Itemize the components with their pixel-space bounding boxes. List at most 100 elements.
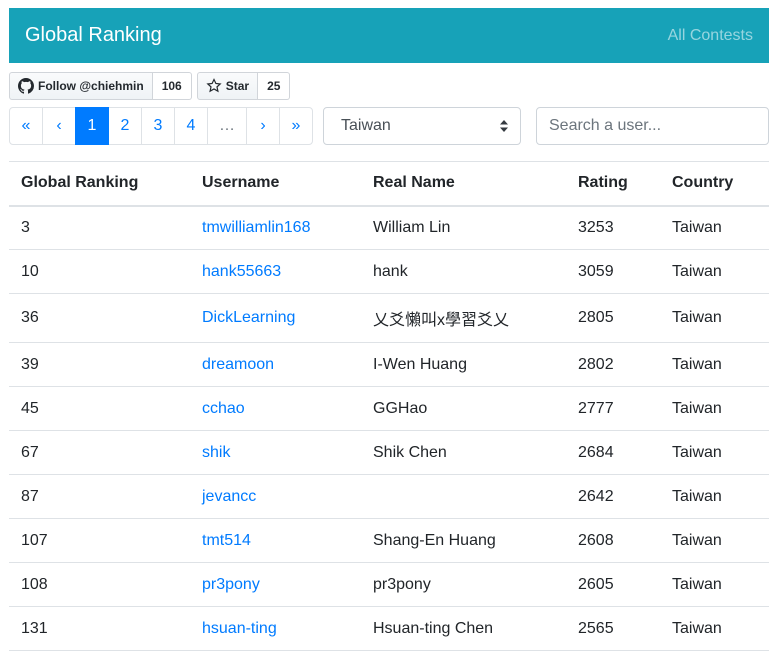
rating-cell: 3059 bbox=[566, 249, 660, 294]
header-real-name[interactable]: Real Name bbox=[361, 161, 566, 207]
username-cell: jevancc bbox=[190, 474, 361, 519]
github-star-main[interactable]: Star bbox=[196, 72, 259, 100]
github-buttons: Follow @chiehmin 106 Star 25 bbox=[9, 72, 291, 100]
github-follow-main[interactable]: Follow @chiehmin bbox=[9, 72, 153, 100]
first-page-button[interactable]: « bbox=[9, 107, 43, 145]
prev-page-button[interactable]: ‹ bbox=[42, 107, 76, 145]
search-input[interactable] bbox=[536, 107, 769, 145]
username-link[interactable]: pr3pony bbox=[202, 576, 260, 593]
page-1-button[interactable]: 1 bbox=[75, 107, 109, 145]
username-link[interactable]: hank55663 bbox=[202, 263, 281, 280]
ranking-table: Global Ranking Username Real Name Rating… bbox=[9, 161, 769, 651]
rank-cell: 39 bbox=[9, 342, 190, 387]
rank-cell: 10 bbox=[9, 249, 190, 294]
rating-cell: 2642 bbox=[566, 474, 660, 519]
username-cell: hank55663 bbox=[190, 249, 361, 294]
rating-cell: 2608 bbox=[566, 518, 660, 563]
table-header-row: Global Ranking Username Real Name Rating… bbox=[9, 161, 769, 207]
username-link[interactable]: tmwilliamlin168 bbox=[202, 219, 310, 236]
username-link[interactable]: cchao bbox=[202, 400, 245, 417]
github-follow-count[interactable]: 106 bbox=[152, 72, 192, 100]
rank-cell: 108 bbox=[9, 562, 190, 607]
country-cell: Taiwan bbox=[660, 562, 769, 607]
real-name-cell: Shik Chen bbox=[361, 430, 566, 475]
real-name-cell bbox=[361, 474, 566, 519]
country-cell: Taiwan bbox=[660, 342, 769, 387]
page-4-button[interactable]: 4 bbox=[174, 107, 208, 145]
username-cell: cchao bbox=[190, 386, 361, 431]
select-arrows-icon bbox=[500, 120, 508, 132]
table-row: 39 dreamoon I-Wen Huang 2802 Taiwan bbox=[9, 342, 769, 387]
rating-cell: 2565 bbox=[566, 606, 660, 651]
github-star-label: Star bbox=[225, 79, 250, 93]
header-country[interactable]: Country bbox=[660, 161, 769, 207]
real-name-cell: Hsuan-ting Chen bbox=[361, 606, 566, 651]
rating-cell: 2605 bbox=[566, 562, 660, 607]
real-name-cell: hank bbox=[361, 249, 566, 294]
all-contests-link[interactable]: All Contests bbox=[668, 27, 753, 45]
pagination-ellipsis: … bbox=[207, 107, 247, 145]
country-cell: Taiwan bbox=[660, 293, 769, 343]
real-name-cell: 乂爻懶叫x學習爻乂 bbox=[361, 293, 566, 343]
username-cell: pr3pony bbox=[190, 562, 361, 607]
page-3-button[interactable]: 3 bbox=[141, 107, 175, 145]
navbar: Global Ranking All Contests bbox=[9, 8, 769, 63]
real-name-cell: Shang-En Huang bbox=[361, 518, 566, 563]
country-cell: Taiwan bbox=[660, 430, 769, 475]
table-row: 10 hank55663 hank 3059 Taiwan bbox=[9, 249, 769, 294]
rank-cell: 36 bbox=[9, 293, 190, 343]
country-select-value: Taiwan bbox=[341, 117, 391, 134]
table-row: 87 jevancc 2642 Taiwan bbox=[9, 474, 769, 519]
next-page-button[interactable]: › bbox=[246, 107, 280, 145]
header-username[interactable]: Username bbox=[190, 161, 361, 207]
rating-cell: 2684 bbox=[566, 430, 660, 475]
table-row: 45 cchao GGHao 2777 Taiwan bbox=[9, 386, 769, 431]
username-cell: DickLearning bbox=[190, 293, 361, 343]
username-link[interactable]: DickLearning bbox=[202, 309, 295, 326]
username-link[interactable]: hsuan-ting bbox=[202, 620, 277, 637]
real-name-cell: pr3pony bbox=[361, 562, 566, 607]
username-cell: tmt514 bbox=[190, 518, 361, 563]
username-cell: dreamoon bbox=[190, 342, 361, 387]
header-global-ranking[interactable]: Global Ranking bbox=[9, 161, 190, 207]
table-row: 36 DickLearning 乂爻懶叫x學習爻乂 2805 Taiwan bbox=[9, 293, 769, 343]
table-row: 108 pr3pony pr3pony 2605 Taiwan bbox=[9, 562, 769, 607]
real-name-cell: GGHao bbox=[361, 386, 566, 431]
rank-cell: 45 bbox=[9, 386, 190, 431]
rating-cell: 2802 bbox=[566, 342, 660, 387]
username-link[interactable]: tmt514 bbox=[202, 532, 251, 549]
github-icon bbox=[18, 78, 34, 94]
country-cell: Taiwan bbox=[660, 386, 769, 431]
rating-cell: 2805 bbox=[566, 293, 660, 343]
rank-cell: 87 bbox=[9, 474, 190, 519]
country-cell: Taiwan bbox=[660, 518, 769, 563]
table-row: 67 shik Shik Chen 2684 Taiwan bbox=[9, 430, 769, 475]
brand-title[interactable]: Global Ranking bbox=[25, 24, 162, 47]
rating-cell: 2777 bbox=[566, 386, 660, 431]
real-name-cell: William Lin bbox=[361, 205, 566, 250]
username-cell: shik bbox=[190, 430, 361, 475]
header-rating[interactable]: Rating bbox=[566, 161, 660, 207]
page-2-button[interactable]: 2 bbox=[108, 107, 142, 145]
real-name-cell: I-Wen Huang bbox=[361, 342, 566, 387]
last-page-button[interactable]: » bbox=[279, 107, 313, 145]
star-icon bbox=[206, 78, 222, 93]
username-link[interactable]: jevancc bbox=[202, 488, 256, 505]
rank-cell: 3 bbox=[9, 205, 190, 250]
github-star-button[interactable]: Star 25 bbox=[196, 72, 291, 100]
country-select[interactable]: Taiwan bbox=[323, 107, 521, 145]
table-row: 107 tmt514 Shang-En Huang 2608 Taiwan bbox=[9, 518, 769, 563]
username-link[interactable]: shik bbox=[202, 444, 230, 461]
username-link[interactable]: dreamoon bbox=[202, 356, 274, 373]
country-cell: Taiwan bbox=[660, 205, 769, 250]
username-cell: tmwilliamlin168 bbox=[190, 205, 361, 250]
table-row: 131 hsuan-ting Hsuan-ting Chen 2565 Taiw… bbox=[9, 606, 769, 651]
pagination: « ‹ 1 2 3 4 … › » bbox=[9, 107, 313, 145]
github-follow-button[interactable]: Follow @chiehmin 106 bbox=[9, 72, 192, 100]
controls-row: « ‹ 1 2 3 4 … › » Taiwan bbox=[9, 107, 769, 145]
github-follow-label: Follow @chiehmin bbox=[38, 79, 144, 93]
country-cell: Taiwan bbox=[660, 249, 769, 294]
rating-cell: 3253 bbox=[566, 205, 660, 250]
github-star-count[interactable]: 25 bbox=[258, 72, 291, 100]
rank-cell: 131 bbox=[9, 606, 190, 651]
